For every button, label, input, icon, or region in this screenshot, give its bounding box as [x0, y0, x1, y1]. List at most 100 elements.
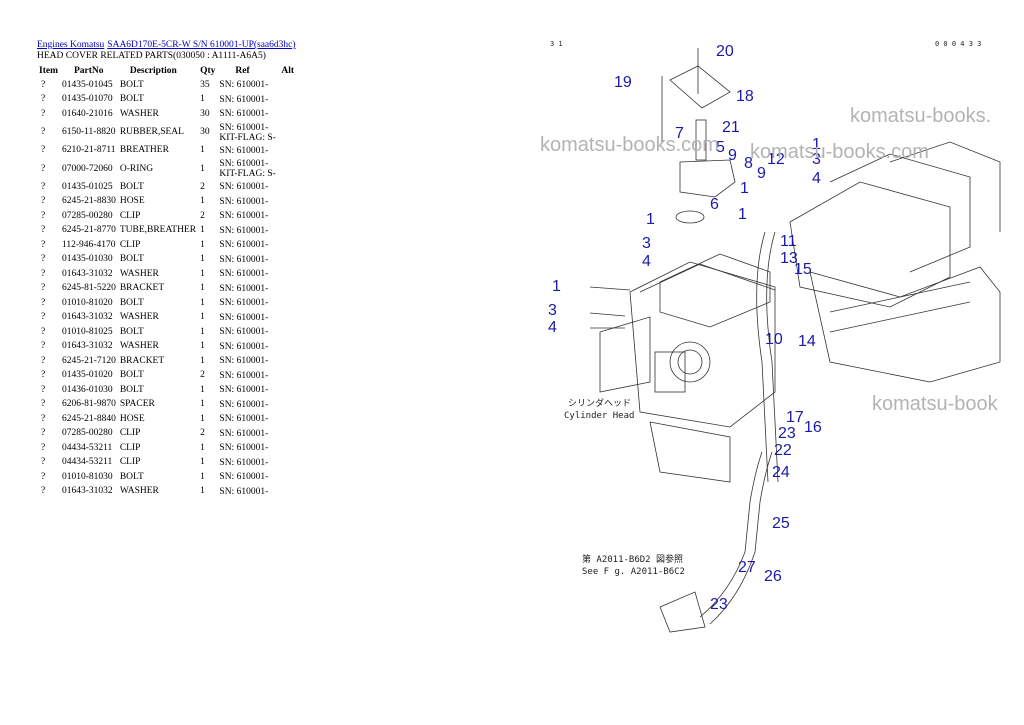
cell-item: ?	[41, 181, 46, 192]
cell-partno: 07285-00280	[62, 428, 113, 439]
breadcrumb-link-engines[interactable]: Engines Komatsu	[37, 40, 104, 50]
cell-ref: SN: 610001-	[219, 486, 269, 497]
diagram-header-left: 3 1	[550, 40, 563, 48]
watermark-2: komatsu-books.com	[540, 134, 719, 156]
cell-description: CLIP	[119, 457, 141, 468]
cell-item: ?	[41, 399, 46, 410]
cell-description: SPACER	[119, 399, 155, 410]
table-row: ? 6245-81-5220 BRACKET 1 SN: 610001-	[37, 282, 296, 297]
col-header-alt: Alt	[281, 65, 295, 76]
cell-item: ?	[41, 312, 46, 323]
cell-qty: 1	[200, 471, 205, 482]
cell-item: ?	[41, 94, 46, 105]
cylinder-head-label-jp: シリンダヘッド	[568, 397, 631, 409]
cell-qty: 1	[200, 326, 205, 337]
callout-10: 10	[765, 331, 783, 348]
cell-ref: SN: 610001-	[219, 269, 269, 280]
callout-17: 17	[786, 409, 804, 426]
cell-item: ?	[41, 239, 46, 250]
cell-item: ?	[41, 428, 46, 439]
see-fig-note-jp: 第 A2011-B6D2 図参照	[582, 553, 683, 565]
table-row: ? 01643-31032 WASHER 1 SN: 610001-	[37, 267, 296, 282]
cell-item: ?	[41, 196, 46, 207]
breadcrumb: Engines Komatsu SAA6D170E-5CR-W S/N 61000…	[37, 40, 337, 51]
callout-6: 6	[710, 196, 719, 213]
cell-ref: SN: 610001-	[219, 94, 269, 105]
cell-ref: SN: 610001-	[219, 225, 269, 236]
cell-partno: 6245-21-7120	[62, 355, 116, 366]
cell-description: WASHER	[119, 312, 159, 323]
cell-description: BOLT	[119, 326, 144, 337]
cell-partno: 01643-31032	[62, 312, 113, 323]
cell-description: CLIP	[119, 210, 141, 221]
table-row: ? 01436-01030 BOLT 1 SN: 610001-	[37, 383, 296, 398]
cell-partno: 6210-21-8711	[62, 145, 116, 156]
cell-item: ?	[41, 254, 46, 265]
cell-qty: 1	[200, 268, 205, 279]
cell-qty: 2	[200, 181, 205, 192]
cell-item: ?	[41, 471, 46, 482]
cell-partno: 07285-00280	[62, 210, 113, 221]
cell-ref: SN: 610001-	[219, 196, 269, 207]
callout-23-upper: 23	[778, 425, 796, 442]
cell-ref: SN: 610001-	[219, 428, 269, 439]
cell-description: CLIP	[119, 239, 141, 250]
cell-qty: 1	[200, 225, 205, 236]
cell-description: O-RING	[119, 163, 154, 174]
cell-partno: 01435-01025	[62, 181, 113, 192]
cell-qty: 30	[200, 108, 210, 119]
cell-item: ?	[41, 384, 46, 395]
table-row: ? 6150-11-8820 RUBBER,SEAL 30 SN: 610001- KI…	[37, 122, 296, 144]
callout-3-left: 3	[642, 235, 651, 252]
breadcrumb-link-model[interactable]: SAA6D170E-5CR-W S/N 610001-UP(saa6d3hc)	[107, 40, 295, 50]
callout-4-top: 4	[812, 170, 821, 187]
cell-description: BOLT	[119, 370, 144, 381]
col-header-item: Item	[39, 65, 58, 76]
cell-description: WASHER	[119, 341, 159, 352]
table-row: ? 6245-21-8770 TUBE,BREATHER 1 SN: 610001-	[37, 224, 296, 239]
cell-ref: SN: 610001-	[219, 414, 269, 425]
table-row: ? 04434-53211 CLIP 1 SN: 610001-	[37, 456, 296, 471]
table-row: ? 01435-01025 BOLT 2 SN: 610001-	[37, 180, 296, 195]
callout-24: 24	[772, 464, 790, 481]
callout-1-mid: 1	[738, 206, 747, 223]
cell-qty: 1	[200, 94, 205, 105]
cell-ref: SN: 610001-	[219, 283, 269, 294]
diagram-header-right: 0 0 0 4 3 3	[935, 40, 981, 48]
callout-4-left: 4	[642, 253, 651, 270]
cell-ref: SN: 610001-	[219, 298, 269, 309]
cell-partno: 6245-21-8770	[62, 225, 116, 236]
cell-item: ?	[41, 127, 46, 137]
cell-ref: SN: 610001-	[219, 240, 269, 251]
cell-ref: SN: 610001-	[219, 312, 269, 323]
cell-item: ?	[41, 225, 46, 236]
callout-1-far: 1	[552, 278, 561, 295]
cell-item: ?	[41, 268, 46, 279]
cell-partno: 01435-01045	[62, 79, 113, 90]
cell-qty: 35	[200, 79, 210, 90]
cell-qty: 2	[200, 370, 205, 381]
table-row: ? 112-946-4170 CLIP 1 SN: 610001-	[37, 238, 296, 253]
callout-4-far: 4	[548, 319, 557, 336]
callout-11: 11	[780, 233, 797, 250]
table-row: ? 07285-00280 CLIP 2 SN: 610001-	[37, 209, 296, 224]
cell-partno: 01435-01020	[62, 370, 113, 381]
cell-qty: 2	[200, 428, 205, 439]
table-row: ? 01435-01045 BOLT 35 SN: 610001-	[37, 78, 296, 93]
callout-15: 15	[794, 261, 812, 278]
cell-description: CLIP	[119, 428, 141, 439]
cell-description: WASHER	[119, 486, 159, 497]
cell-item: ?	[41, 370, 46, 381]
cell-qty: 1	[200, 196, 205, 207]
cell-ref: SN: 610001-	[219, 80, 269, 91]
cell-description: BRACKET	[119, 283, 165, 294]
cell-description: BREATHER	[119, 145, 169, 156]
table-row: ? 07285-00280 CLIP 2 SN: 610001-	[37, 427, 296, 442]
cell-qty: 1	[200, 297, 205, 308]
cell-partno: 6150-11-8820	[62, 127, 116, 137]
callout-21: 21	[722, 119, 740, 136]
cell-item: ?	[41, 413, 46, 424]
cell-ref: SN: 610001-	[219, 182, 269, 193]
callout-25: 25	[772, 515, 790, 532]
callout-9-b: 9	[757, 165, 766, 182]
